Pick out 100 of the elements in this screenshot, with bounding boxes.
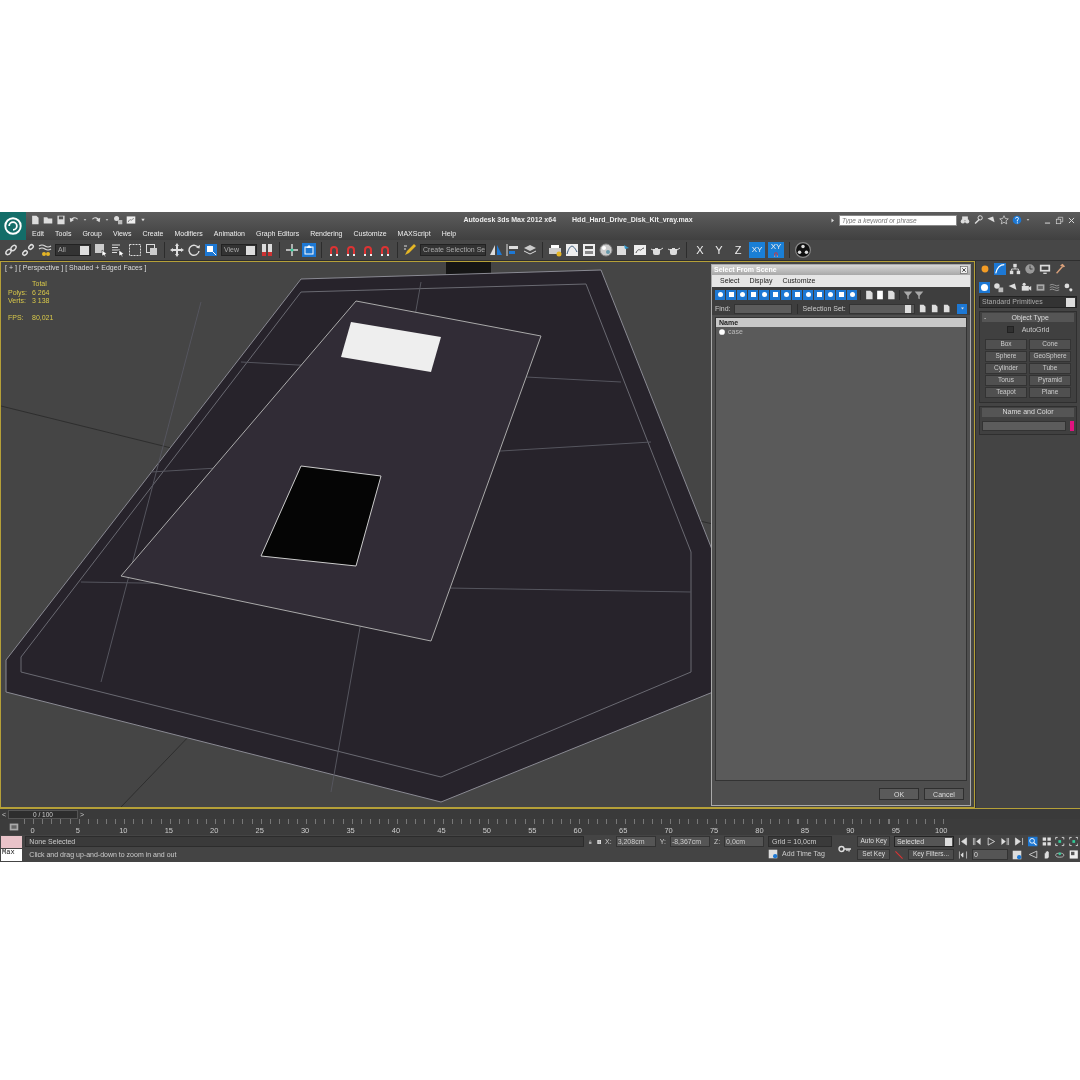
- zoom-all-icon[interactable]: [1041, 836, 1051, 847]
- curve-icon[interactable]: [994, 263, 1006, 275]
- magnet-icon[interactable]: [327, 243, 341, 257]
- filter-toggle-button[interactable]: [748, 289, 758, 300]
- circle-icon: [804, 291, 812, 298]
- redo-icon[interactable]: [91, 215, 101, 225]
- selection-set-dropdown[interactable]: [848, 303, 915, 314]
- scale-icon[interactable]: [204, 243, 218, 257]
- funnel-icon[interactable]: [914, 289, 924, 300]
- printer-icon[interactable]: [548, 243, 562, 257]
- page-icon[interactable]: [875, 289, 885, 300]
- filter-toggle-button[interactable]: [781, 289, 791, 300]
- autogrid-checkbox[interactable]: [1006, 326, 1014, 334]
- funnel-icon[interactable]: [903, 289, 913, 300]
- curve-graph-icon[interactable]: [565, 243, 579, 257]
- axis-constraint-button[interactable]: X: [692, 242, 708, 258]
- hammer-icon[interactable]: [1054, 263, 1066, 275]
- star-icon[interactable]: [999, 215, 1009, 225]
- filter-toggle-button[interactable]: [770, 289, 780, 300]
- axis-constraint-button[interactable]: Z: [730, 242, 746, 258]
- align-icon[interactable]: [506, 243, 520, 257]
- caret-icon[interactable]: [1025, 217, 1031, 223]
- axis-constraint-button[interactable]: Y: [711, 242, 727, 258]
- arrow-icon[interactable]: [829, 216, 836, 224]
- zoom-icon[interactable]: [1028, 836, 1038, 847]
- pencil-icon[interactable]: [403, 243, 417, 257]
- magnet-icon[interactable]: [361, 243, 375, 257]
- overlapping-squares-icon[interactable]: [145, 243, 159, 257]
- open-folder-icon[interactable]: [43, 215, 53, 225]
- color-swatch[interactable]: [1070, 420, 1074, 431]
- mirror-icon[interactable]: [489, 243, 503, 257]
- next-frame-icon[interactable]: [1000, 836, 1010, 847]
- rotate-icon[interactable]: [187, 243, 201, 257]
- name-field[interactable]: [982, 420, 1066, 431]
- filter-toggle-button[interactable]: [715, 289, 725, 300]
- zoom-extents-all-icon[interactable]: [1068, 836, 1078, 847]
- help-icon[interactable]: [1012, 215, 1022, 225]
- page-icon[interactable]: [864, 289, 874, 300]
- key-mode-icon[interactable]: [958, 849, 968, 860]
- filter-toggle-button[interactable]: [792, 289, 802, 300]
- render-setup-icon[interactable]: [616, 243, 630, 257]
- clock-icon[interactable]: [1024, 263, 1036, 275]
- save-icon[interactable]: [56, 215, 66, 225]
- app-logo[interactable]: [0, 212, 26, 240]
- filter-toggle-button[interactable]: [726, 289, 736, 300]
- filter-toggle-button[interactable]: [737, 289, 747, 300]
- page-icon[interactable]: [886, 289, 896, 300]
- layers-icon[interactable]: [523, 243, 537, 257]
- filter-toggle-button[interactable]: [847, 289, 857, 300]
- filter-toggle-button[interactable]: [825, 289, 835, 300]
- schematic-icon[interactable]: [582, 243, 596, 257]
- go-to-end-icon[interactable]: [1014, 836, 1024, 847]
- new-file-icon[interactable]: [30, 215, 40, 225]
- circle-icon: [826, 291, 834, 298]
- magnet-icon[interactable]: [378, 243, 392, 257]
- sync-toggle-button[interactable]: [957, 303, 967, 314]
- wrench-icon[interactable]: [973, 215, 983, 225]
- rendered-frame-icon[interactable]: [633, 243, 647, 257]
- square-cursor-icon[interactable]: [94, 243, 108, 257]
- undo-icon[interactable]: [69, 215, 79, 225]
- restore-icon[interactable]: [1055, 215, 1064, 225]
- manipulate-icon[interactable]: [302, 243, 316, 257]
- find-field[interactable]: [733, 303, 792, 314]
- close-icon[interactable]: [960, 266, 968, 274]
- move-icon[interactable]: [170, 243, 184, 257]
- go-to-start-icon[interactable]: [958, 836, 968, 847]
- crosshair-icon[interactable]: [285, 243, 299, 257]
- shapes-icon[interactable]: [993, 282, 1004, 293]
- binoculars-icon[interactable]: [960, 215, 970, 225]
- unlink-icon[interactable]: [21, 243, 35, 257]
- play-icon[interactable]: [986, 836, 996, 847]
- maximize-viewport-icon[interactable]: [1068, 849, 1078, 860]
- listener-pane[interactable]: [1, 836, 23, 848]
- material-spheres-icon[interactable]: [599, 243, 613, 257]
- camera-icon[interactable]: [1021, 282, 1032, 293]
- caret-icon[interactable]: [104, 217, 110, 223]
- film-reel-icon[interactable]: [795, 242, 811, 258]
- wave-icon[interactable]: [38, 243, 52, 257]
- dashed-rectangle-icon[interactable]: [128, 243, 142, 257]
- sun-icon[interactable]: [979, 263, 991, 275]
- filter-toggle-button[interactable]: [814, 289, 824, 300]
- caret-icon[interactable]: [82, 217, 88, 223]
- axis-constraint-button[interactable]: XY: [768, 242, 784, 258]
- axis-constraint-button[interactable]: XY: [749, 242, 765, 258]
- list-cursor-icon[interactable]: [111, 243, 125, 257]
- gear-icon[interactable]: [1063, 282, 1074, 293]
- pivot-icon[interactable]: [260, 243, 274, 257]
- link-icon[interactable]: [4, 243, 18, 257]
- sphere-icon[interactable]: [979, 282, 990, 293]
- zoom-extents-icon[interactable]: [1055, 836, 1065, 847]
- hierarchy-icon[interactable]: [1009, 263, 1021, 275]
- filter-toggle-button[interactable]: [759, 289, 769, 300]
- filter-toggle-button[interactable]: [803, 289, 813, 300]
- field-of-view-icon[interactable]: [1028, 849, 1038, 860]
- filter-toggle-button[interactable]: [836, 289, 846, 300]
- waves-icon[interactable]: [1049, 282, 1060, 293]
- monitor-icon[interactable]: [1039, 263, 1051, 275]
- sphere-icon: [718, 328, 726, 336]
- magnet-icon[interactable]: [344, 243, 358, 257]
- previous-frame-icon[interactable]: [972, 836, 982, 847]
